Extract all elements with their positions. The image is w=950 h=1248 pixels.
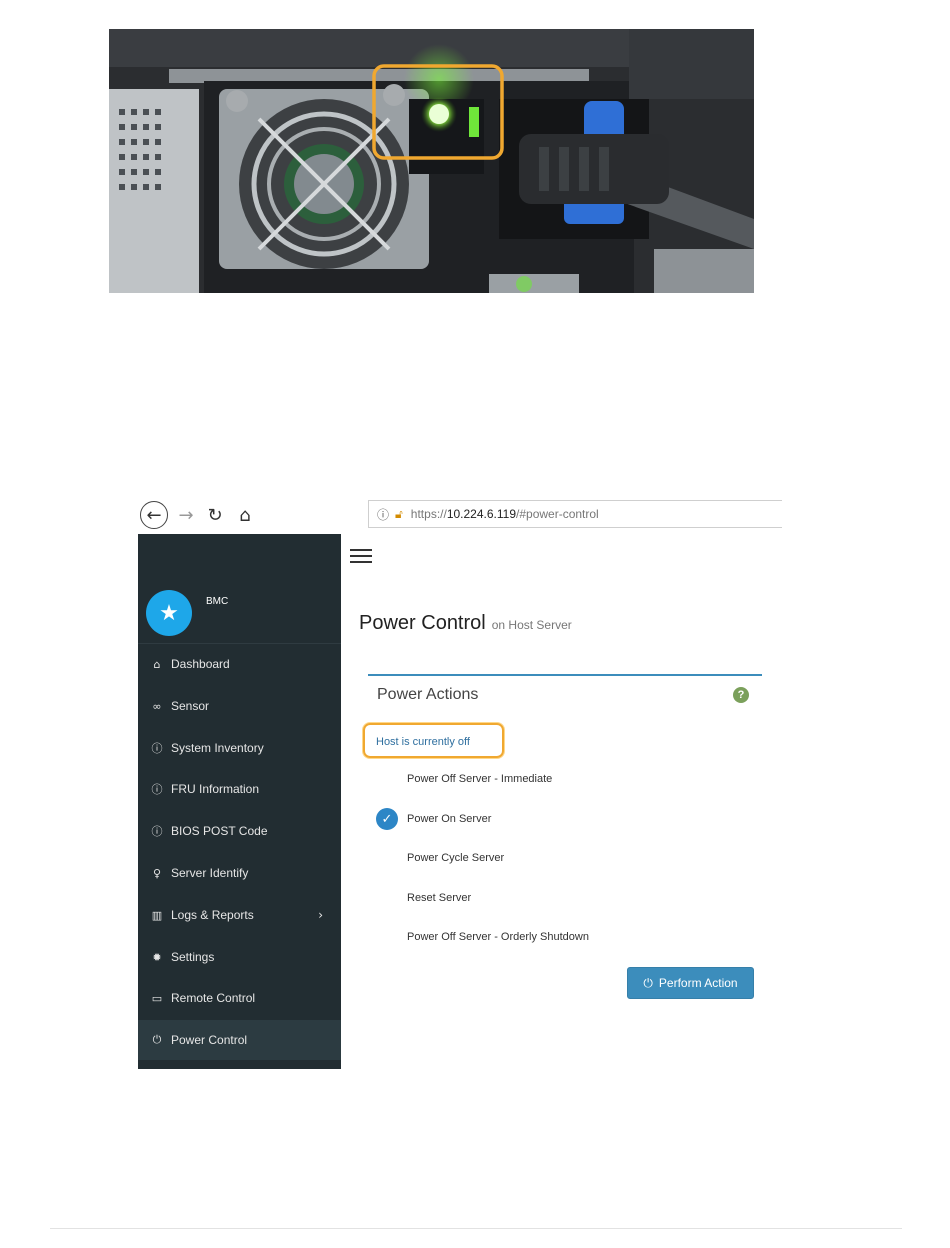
- page-title-text: Power Control: [359, 612, 486, 634]
- avatar-star-icon: ★: [146, 590, 192, 636]
- sidebar-item-settings[interactable]: ✹ Settings: [138, 937, 341, 977]
- insecure-lock-icon: 🔓︎: [395, 506, 403, 521]
- back-button[interactable]: ←: [140, 501, 168, 529]
- url-bar[interactable]: ⓘ 🔓︎ https://10.224.6.119/#power-control: [368, 500, 782, 528]
- info-icon: ⓘ: [377, 507, 390, 522]
- info-icon: ⓘ: [151, 742, 163, 755]
- sidebar-item-sensor[interactable]: ∞ Sensor: [138, 686, 341, 726]
- power-icon: ⏻: [152, 1033, 162, 1046]
- host-status-text: Host is currently off: [376, 736, 470, 748]
- sidebar-item-power-control[interactable]: ⏻ Power Control: [138, 1020, 341, 1060]
- page-footer-rule: [50, 1228, 902, 1229]
- sidebar-item-remote-control[interactable]: ▭ Remote Control: [138, 978, 341, 1018]
- sidebar: ★ BMC ⌂ Dashboard ∞ Sensor ⓘ System Inve…: [138, 534, 341, 1069]
- option-power-on-server[interactable]: Power On Server: [407, 813, 491, 825]
- lightbulb-icon: ♀: [152, 866, 162, 880]
- sidebar-item-label: FRU Information: [171, 782, 260, 796]
- sidebar-item-label: Remote Control: [171, 991, 256, 1005]
- sidebar-item-label: Power Control: [171, 1033, 248, 1047]
- home-button[interactable]: ⌂: [231, 501, 259, 529]
- reload-button[interactable]: ↻: [201, 501, 229, 529]
- sidebar-item-logs-reports[interactable]: ▥ Logs & Reports ›: [138, 895, 341, 935]
- chevron-right-icon: ›: [318, 908, 323, 922]
- page-subtitle: on Host Server: [491, 618, 572, 632]
- sidebar-item-label: Sensor: [171, 699, 210, 713]
- bar-chart-icon: ▥: [151, 908, 163, 922]
- page-title: Power Control on Host Server: [359, 612, 572, 635]
- option-power-cycle-server[interactable]: Power Cycle Server: [407, 852, 504, 864]
- power-actions-title: Power Actions: [377, 686, 479, 703]
- home-icon: ⌂: [239, 504, 251, 526]
- power-icon: ⏻: [643, 975, 653, 990]
- option-power-off-immediate[interactable]: Power Off Server - Immediate: [407, 773, 552, 785]
- help-icon[interactable]: ?: [733, 687, 749, 703]
- url-protocol: https://: [410, 507, 447, 521]
- perform-action-button[interactable]: ⏻ Perform Action: [627, 967, 754, 999]
- sidebar-item-label: System Inventory: [171, 741, 264, 755]
- gear-icon: ✹: [152, 950, 162, 964]
- sidebar-item-label: BIOS POST Code: [171, 824, 268, 838]
- brand-label: BMC: [206, 596, 229, 607]
- info-icon: ⓘ: [151, 825, 163, 838]
- hamburger-menu-icon[interactable]: [350, 549, 372, 565]
- home-icon: ⌂: [153, 657, 161, 671]
- sidebar-item-fru-information[interactable]: ⓘ FRU Information: [138, 769, 341, 809]
- option-reset-server[interactable]: Reset Server: [407, 892, 471, 904]
- sidebar-item-label: Server Identify: [171, 866, 249, 880]
- binoculars-icon: ∞: [152, 699, 162, 713]
- server-psu-photo: [109, 29, 754, 293]
- sidebar-item-label: Settings: [171, 950, 215, 964]
- checkmark-icon: ✓: [376, 808, 398, 830]
- box-header-rule: [368, 674, 762, 676]
- perform-action-label: Perform Action: [658, 976, 738, 990]
- sidebar-item-system-inventory[interactable]: ⓘ System Inventory: [138, 728, 341, 768]
- option-power-off-orderly[interactable]: Power Off Server - Orderly Shutdown: [407, 931, 589, 943]
- url-path: /#power-control: [516, 507, 599, 521]
- reload-icon: ↻: [207, 504, 223, 526]
- sidebar-item-label: Dashboard: [171, 657, 230, 671]
- forward-button[interactable]: →: [172, 501, 200, 529]
- sidebar-item-server-identify[interactable]: ♀ Server Identify: [138, 853, 341, 893]
- sidebar-item-label: Logs & Reports: [171, 908, 254, 922]
- sidebar-item-dashboard[interactable]: ⌂ Dashboard: [138, 644, 341, 684]
- sidebar-item-bios-post-code[interactable]: ⓘ BIOS POST Code: [138, 811, 341, 851]
- forward-icon: →: [178, 504, 194, 526]
- monitor-icon: ▭: [151, 991, 163, 1005]
- url-host: 10.224.6.119: [446, 507, 517, 521]
- info-icon: ⓘ: [151, 783, 163, 796]
